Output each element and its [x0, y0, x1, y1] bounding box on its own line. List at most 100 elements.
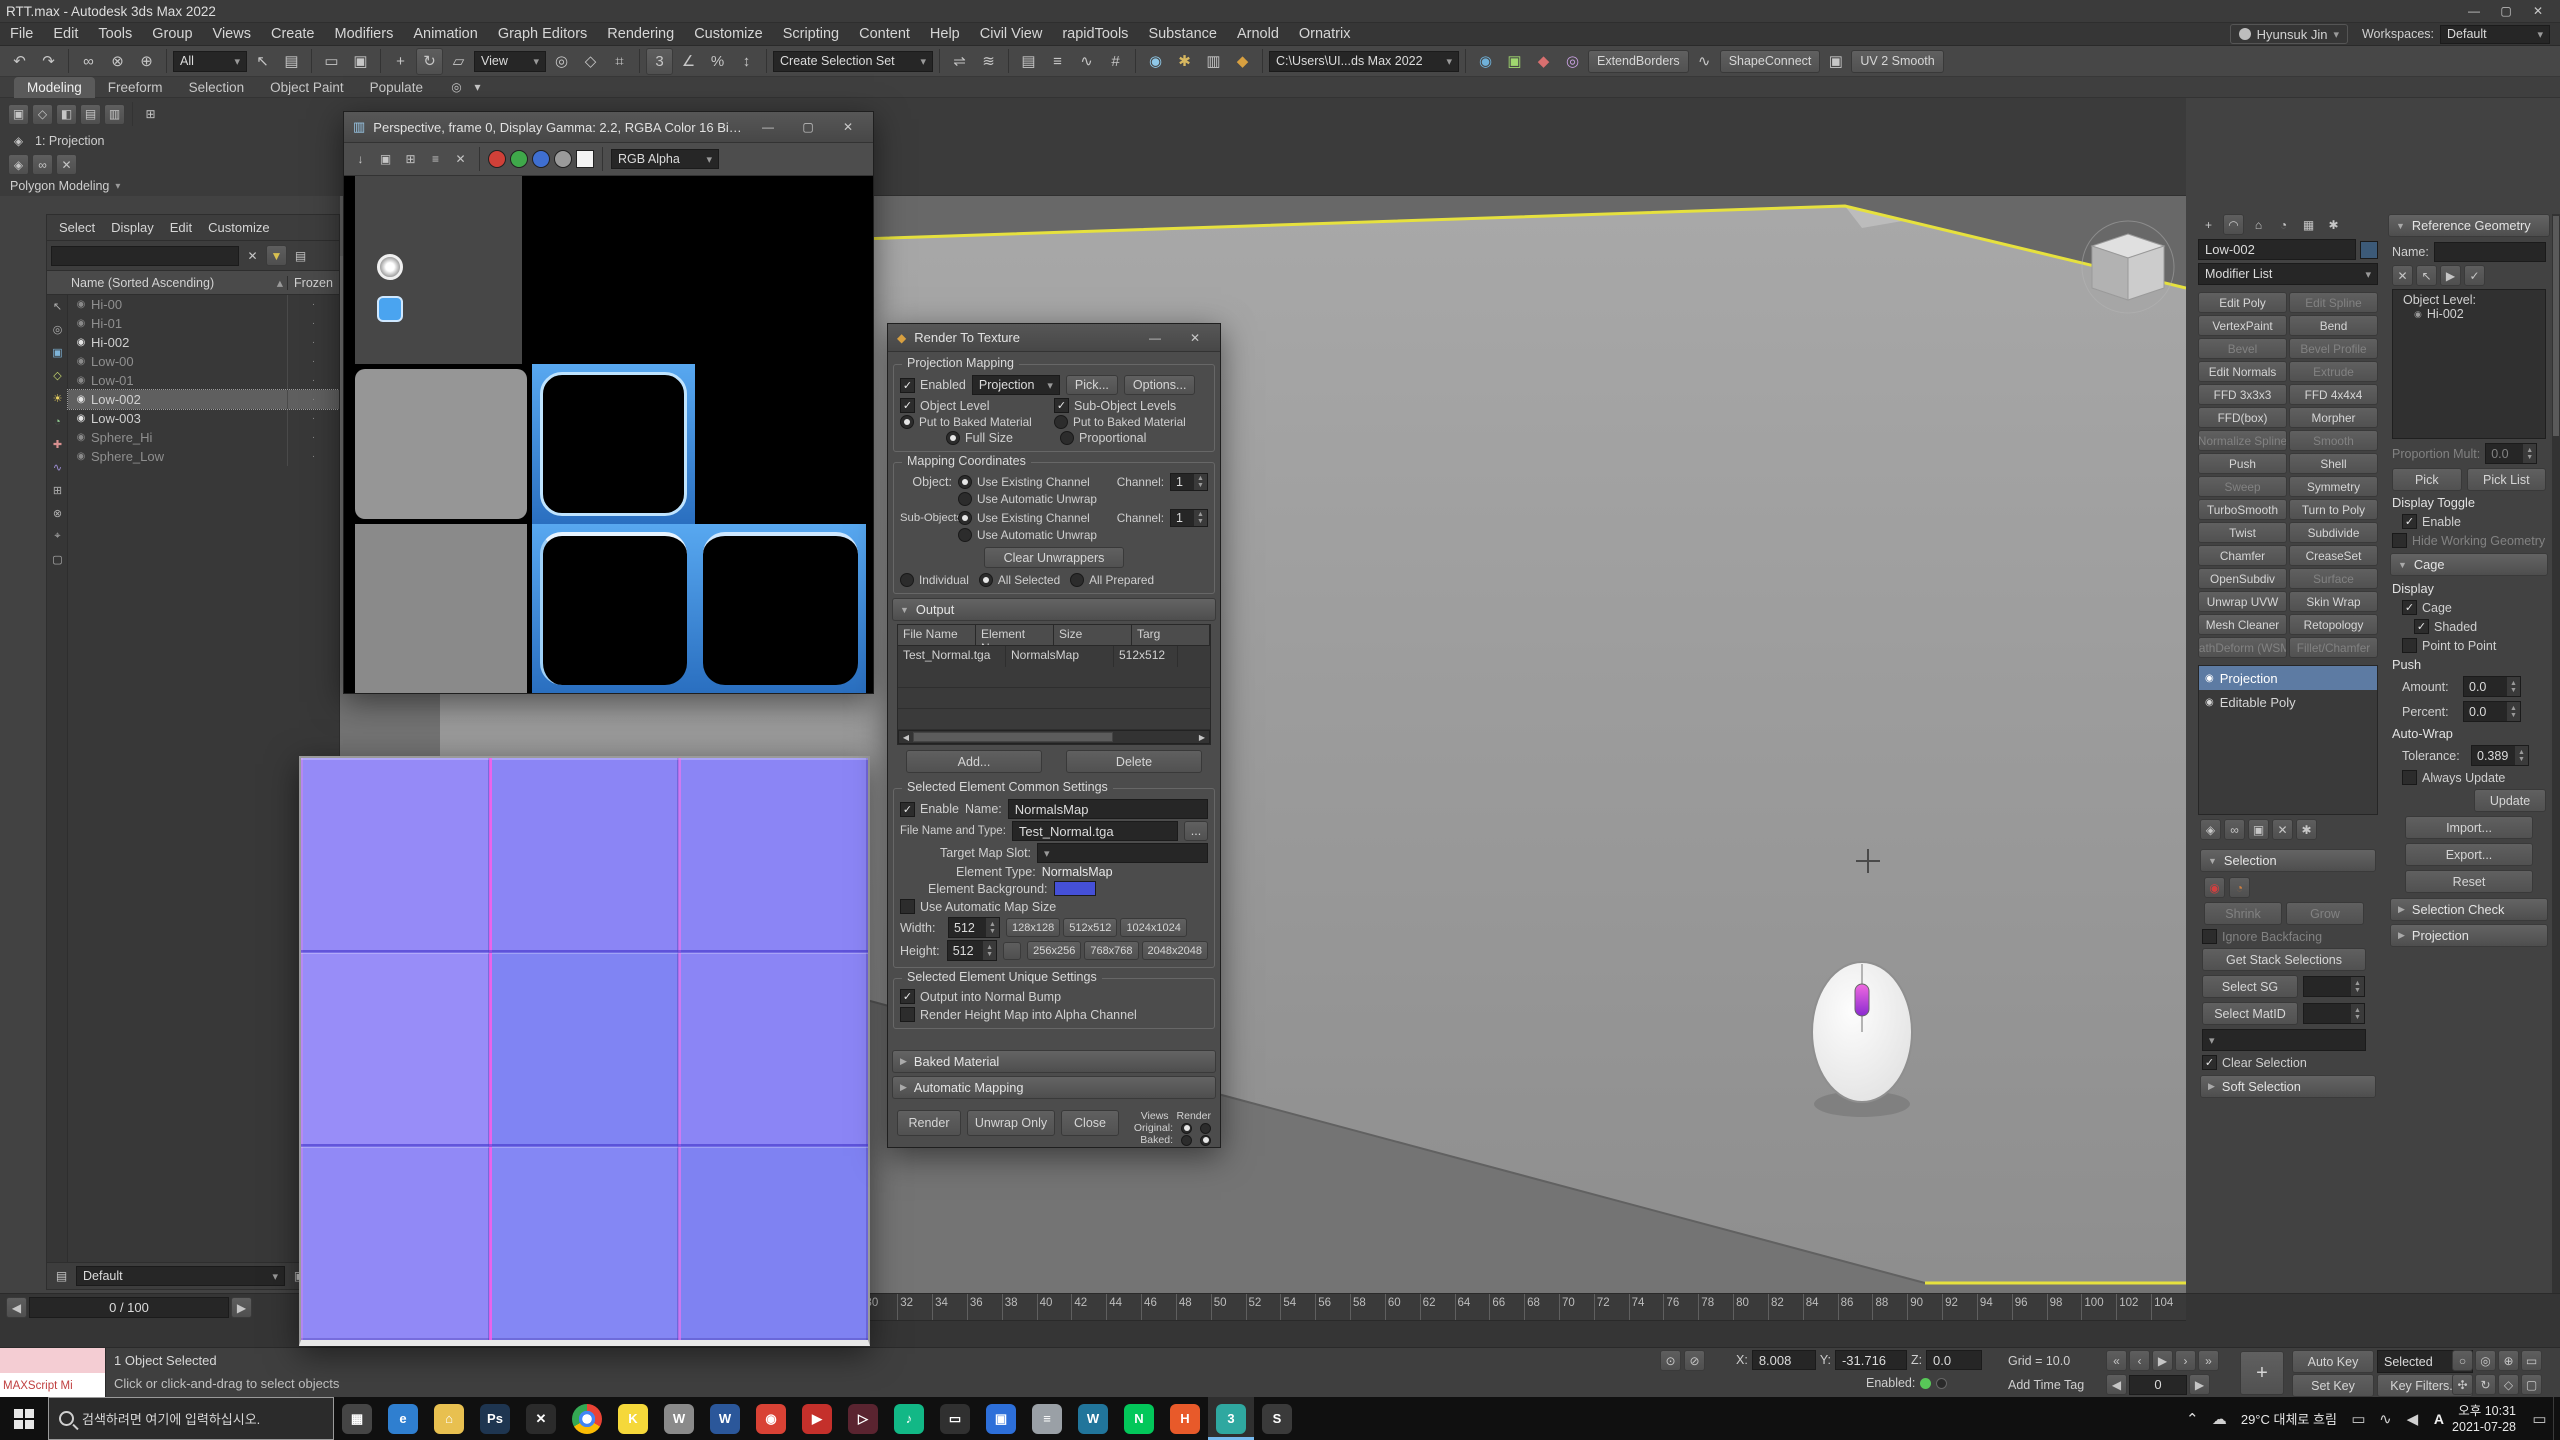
x-coordinate-field[interactable]: 8.008 — [1752, 1350, 1816, 1370]
field-of-view-icon[interactable]: ◇ — [2498, 1374, 2519, 1395]
height-map-alpha-checkbox[interactable]: Render Height Map into Alpha Channel — [900, 1007, 1137, 1022]
pick-list-button[interactable]: Pick List — [2467, 468, 2546, 491]
isolate-selection-toggle[interactable]: ⊙ — [1660, 1350, 1681, 1371]
rtt-title-bar[interactable]: ◆ Render To Texture — ✕ — [888, 324, 1220, 352]
copy-image-icon[interactable]: ▣ — [375, 149, 396, 170]
material-id-dropdown[interactable] — [2202, 1029, 2366, 1051]
close-rtt-button[interactable]: Close — [1061, 1110, 1119, 1136]
shape-connect-button[interactable]: ShapeConnect — [1720, 50, 1821, 73]
select-matid-button[interactable]: Select MatID — [2202, 1002, 2298, 1025]
edge-icon[interactable]: e — [380, 1397, 426, 1440]
modify-tab-icon[interactable]: ◠ — [2223, 214, 2244, 235]
clear-selection-checkbox[interactable]: Clear Selection — [2202, 1055, 2307, 1070]
modifier-button[interactable]: Skin Wrap — [2289, 591, 2378, 612]
tolerance-spinner[interactable]: 0.389▲▼ — [2471, 745, 2529, 766]
select-by-name-button[interactable]: ▤ — [278, 48, 305, 75]
frame-tick[interactable]: 46 — [1141, 1294, 1176, 1320]
always-update-checkbox[interactable]: Always Update — [2402, 770, 2505, 785]
go-to-end-button[interactable]: » — [2198, 1350, 2219, 1371]
automatic-mapping-rollout-header[interactable]: ▶Automatic Mapping — [892, 1076, 1216, 1099]
se-spacewarps-filter-icon[interactable]: ∿ — [47, 456, 68, 479]
modifier-button[interactable]: Turn to Poly — [2289, 499, 2378, 520]
modifier-button[interactable]: FFD(box) — [2198, 407, 2287, 428]
shrink-button[interactable]: Shrink — [2204, 902, 2282, 925]
set-keys-button[interactable]: + — [2240, 1351, 2284, 1395]
visibility-icon[interactable]: ◉ — [71, 375, 91, 386]
object-level-checkbox[interactable]: Object Level — [900, 398, 1048, 413]
put-to-baked-material-radio-2[interactable]: Put to Baked Material — [1054, 415, 1186, 429]
workspaces-dropdown[interactable]: Default — [2440, 25, 2550, 44]
reference-geometry-list[interactable]: Object Level: ◉Hi-002 — [2392, 289, 2546, 439]
element-name-field[interactable]: NormalsMap — [1008, 799, 1208, 819]
se-helpers-filter-icon[interactable]: ✚ — [47, 433, 68, 456]
menu-item[interactable]: Arnold — [1227, 23, 1289, 46]
se-lights-filter-icon[interactable]: ☀ — [47, 387, 68, 410]
rfw-minimize-button[interactable]: — — [752, 116, 784, 139]
visibility-icon[interactable]: ◉ — [71, 432, 91, 443]
frame-tick[interactable]: 32 — [897, 1294, 932, 1320]
selection-check-rollout-header[interactable]: ▶Selection Check — [2390, 898, 2548, 921]
ribbon-tab[interactable]: Populate — [357, 77, 436, 98]
frozen-toggle[interactable]: · — [287, 333, 339, 352]
named-selection-set-field[interactable]: Create Selection Set — [773, 51, 933, 72]
maps-icon[interactable]: ◉ — [748, 1397, 794, 1440]
auto-key-button[interactable]: Auto Key — [2292, 1350, 2374, 1373]
modifier-button[interactable]: Sweep — [2198, 476, 2287, 497]
frozen-toggle[interactable]: · — [287, 390, 339, 409]
percent-snap-toggle[interactable]: % — [704, 48, 731, 75]
frozen-column-header[interactable]: Frozen — [287, 276, 339, 290]
target-map-slot-dropdown[interactable] — [1037, 843, 1208, 863]
get-stack-selections-button[interactable]: Get Stack Selections — [2202, 948, 2366, 971]
frame-tick[interactable]: 90 — [1907, 1294, 1942, 1320]
tray-chevron-up-icon[interactable]: ⌃ — [2179, 1405, 2206, 1432]
output-column-header[interactable]: Element Name — [976, 625, 1054, 645]
frame-tick[interactable]: 98 — [2047, 1294, 2082, 1320]
frame-tick[interactable]: 54 — [1280, 1294, 1315, 1320]
object-name-field[interactable]: Low-002 — [2198, 239, 2356, 260]
ignore-backfacing-checkbox[interactable]: Ignore Backfacing — [2202, 929, 2322, 944]
visibility-icon[interactable]: ◉ — [71, 299, 91, 310]
extend-borders-button[interactable]: ExtendBorders — [1588, 50, 1689, 73]
save-image-icon[interactable]: ↓ — [350, 149, 371, 170]
visibility-icon[interactable]: ◉ — [71, 394, 91, 405]
size-preset-button[interactable]: 128x128 — [1006, 918, 1060, 937]
normal-map-preview-window[interactable] — [299, 756, 870, 1346]
original-render-radio[interactable] — [1200, 1123, 1211, 1134]
frame-tick[interactable]: 84 — [1803, 1294, 1838, 1320]
menu-item[interactable]: Civil View — [970, 23, 1053, 46]
rtt-minimize-button[interactable]: — — [1139, 326, 1171, 349]
enabled-indicator-green[interactable] — [1920, 1378, 1931, 1389]
curve-editor-button[interactable]: ∿ — [1073, 48, 1100, 75]
angle-snap-toggle[interactable]: ∠ — [675, 48, 702, 75]
all-prepared-radio[interactable]: All Prepared — [1070, 573, 1154, 587]
modifier-button[interactable]: Morpher — [2289, 407, 2378, 428]
zoom-extents-icon[interactable]: ⊕ — [2498, 1350, 2519, 1371]
shaded-checkbox[interactable]: Shaded — [2414, 619, 2477, 634]
mirror-button[interactable]: ⇌ — [946, 48, 973, 75]
Sphere_Low[interactable]: ◉ Sphere_Low · — [68, 447, 339, 466]
naver-icon[interactable]: N — [1116, 1397, 1162, 1440]
render-setup-button[interactable]: ✱ — [1171, 48, 1198, 75]
show-end-result-icon[interactable]: ∞ — [32, 154, 53, 175]
close-button[interactable]: ✕ — [2522, 0, 2554, 23]
size-preset-button[interactable]: 512x512 — [1063, 918, 1117, 937]
modifier-visibility-icon[interactable]: ◉ — [2205, 673, 2214, 684]
modifier-button[interactable]: Bend — [2289, 315, 2378, 336]
modifier-button[interactable]: Twist — [2198, 522, 2287, 543]
percent-spinner[interactable]: 0.0▲▼ — [2463, 701, 2521, 722]
whatsapp-icon[interactable]: W — [656, 1397, 702, 1440]
rfw-close-button[interactable]: ✕ — [832, 116, 864, 139]
cage-checkbox[interactable]: Cage — [2402, 600, 2452, 615]
print-image-icon[interactable]: ≡ — [425, 149, 446, 170]
add-output-button[interactable]: Add... — [906, 750, 1042, 773]
pin-stack-icon[interactable]: ◈ — [2200, 819, 2221, 840]
youtube-icon[interactable]: ▶ — [794, 1397, 840, 1440]
se-cameras-filter-icon[interactable]: ◔ — [47, 410, 68, 433]
size-preset-button[interactable]: 768x768 — [1084, 941, 1138, 960]
menu-item[interactable]: rapidTools — [1052, 23, 1138, 46]
unwrap-only-button[interactable]: Unwrap Only — [967, 1110, 1055, 1136]
frame-tick[interactable]: 104 — [2151, 1294, 2186, 1320]
Hi-00[interactable]: ◉ Hi-00 · — [68, 295, 339, 314]
rectangular-selection-region-button[interactable]: ▭ — [318, 48, 345, 75]
sub-existing-channel-radio[interactable]: Use Existing Channel — [958, 511, 1111, 525]
